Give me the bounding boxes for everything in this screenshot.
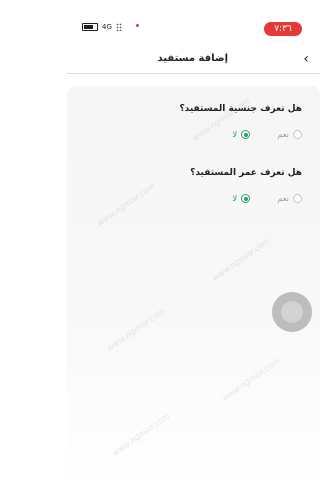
option-no[interactable]: لا	[232, 130, 250, 139]
question-age: هل تعرف عمر المستفيد؟	[190, 168, 302, 178]
radio-yes[interactable]	[293, 194, 302, 203]
form-content: هل تعرف جنسية المستفيد؟ نعم لا هل تعرف ع…	[67, 86, 320, 489]
status-icons: 4G	[82, 23, 139, 31]
screen: ٧:٣٦ 4G › إضافة مستفيد هل تعرف جنسية الم…	[67, 0, 320, 489]
status-time: ٧:٣٦	[264, 22, 302, 36]
option-yes[interactable]: نعم	[278, 130, 302, 139]
battery-icon	[82, 23, 98, 31]
notification-dot-icon	[136, 24, 139, 27]
chevron-right-icon: ›	[303, 51, 309, 67]
app-header: › إضافة مستفيد	[67, 47, 320, 74]
network-label: 4G	[102, 23, 112, 31]
assistive-touch-button[interactable]	[272, 292, 312, 332]
radio-yes[interactable]	[293, 130, 302, 139]
option-no-label: لا	[232, 130, 237, 139]
status-bar: ٧:٣٦ 4G	[67, 18, 320, 42]
option-no[interactable]: لا	[232, 194, 250, 203]
option-yes[interactable]: نعم	[278, 194, 302, 203]
signal-icon	[115, 23, 122, 31]
option-no-label: لا	[232, 194, 237, 203]
page-title: إضافة مستفيد	[157, 53, 228, 64]
radio-no[interactable]	[241, 130, 250, 139]
radio-no[interactable]	[241, 194, 250, 203]
back-button[interactable]: ›	[303, 50, 309, 68]
option-yes-label: نعم	[277, 130, 289, 139]
option-yes-label: نعم	[277, 194, 289, 203]
